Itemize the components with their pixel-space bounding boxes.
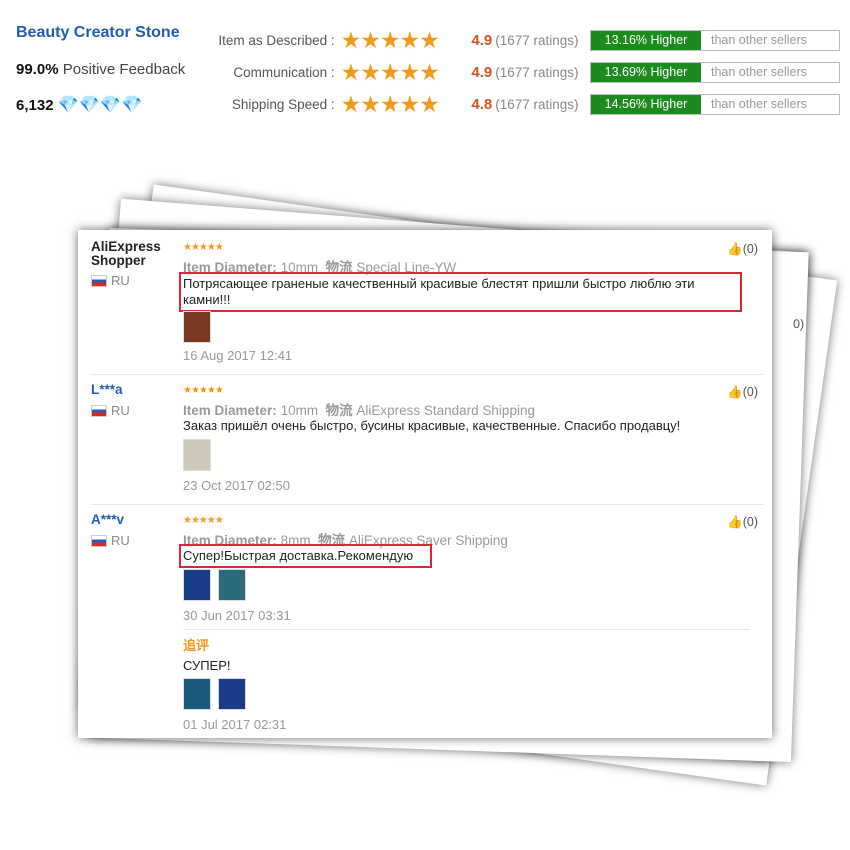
comparison: 13.69% Higher than other sellers [589,61,840,83]
rating-row: Item as Described : ★★★★★ 4.9 (1677 ratings… [200,27,840,53]
star-icons: ★★★★★ [340,90,440,117]
rating-value: 4.9 [471,31,493,49]
rating-row: Shipping Speed : ★★★★★ 4.8 (1677 ratings) 1… [200,91,840,117]
review-attributes: Item Diameter: 8mm 物流 AliExpress Saver S… [183,533,508,548]
review-text: Супер!Быстрая доставка.Рекомендую [179,544,432,568]
country: RU [91,273,130,288]
like-button[interactable]: 👍(0) [727,385,758,400]
thumbs-up-icon: 👍 [727,385,743,399]
higher-badge: 13.16% Higher [590,30,701,50]
like-button[interactable]: 👍(0) [727,242,758,257]
rating-count: (1677 ratings) [495,32,579,48]
higher-badge: 14.56% Higher [590,94,701,114]
star-icons: ★★★★★ [340,26,440,53]
russia-flag-icon [91,534,107,547]
reviews-card: AliExpress Shopper RU ★★★★★ Item Diamete… [78,230,772,738]
reviewer-name: A***v [91,512,125,527]
seller-score: 6,132 💎💎💎💎 [16,95,142,115]
rating-count: (1677 ratings) [495,64,579,80]
higher-badge: 13.69% Higher [590,62,701,82]
comparison: 14.56% Higher than other sellers [589,93,840,115]
divider [91,504,764,505]
review-date: 30 Jun 2017 03:31 [183,608,291,623]
review-photo[interactable] [218,678,246,710]
star-icons: ★★★★★ [340,58,440,85]
country: RU [91,533,130,548]
rating-value: 4.8 [471,95,493,113]
review-stars: ★★★★★ [183,515,224,526]
followup-text: СУПЕР! [183,658,231,673]
review-photo[interactable] [218,569,246,601]
comparison: 13.16% Higher than other sellers [589,29,840,51]
review-photo[interactable] [183,678,211,710]
positive-label: Positive Feedback [62,61,186,78]
review-photo[interactable] [183,439,211,471]
than-label: than other sellers [710,96,807,111]
rating-label: Item as Described : [218,32,335,48]
russia-flag-icon [91,274,107,287]
divider [183,629,750,630]
country-code: RU [111,403,130,418]
review-photo[interactable] [183,311,211,343]
review-stars: ★★★★★ [183,385,224,396]
thumbs-up-icon: 👍 [727,515,743,529]
review-attributes: Item Diameter: 10mm 物流 Special Line-YW [183,260,457,275]
reviewer-name: AliExpress Shopper [91,239,161,268]
positive-feedback: 99.0% Positive Feedback [16,61,185,78]
review-attributes: Item Diameter: 10mm 物流 AliExpress Standa… [183,403,535,418]
rating-value: 4.9 [471,63,493,81]
divider [91,374,764,375]
country: RU [91,403,130,418]
rating-count: (1677 ratings) [495,96,579,112]
score-value: 6,132 [16,96,54,114]
rating-label: Communication : [233,64,335,80]
review-stars: ★★★★★ [183,242,224,253]
review-text: Заказ пришёл очень быстро, бусины красив… [183,418,681,433]
than-label: than other sellers [710,64,807,79]
rating-row: Communication : ★★★★★ 4.9 (1677 ratings) 13… [200,59,840,85]
review-photo[interactable] [183,569,211,601]
diamond-icons: 💎💎💎💎 [57,95,143,114]
than-label: than other sellers [710,32,807,47]
thumbs-up-icon: 👍 [727,242,743,256]
like-button[interactable]: 👍(0) [727,515,758,530]
country-code: RU [111,273,130,288]
seller-name[interactable]: Beauty Creator Stone [16,24,180,42]
like-count: 0) [792,316,805,332]
country-code: RU [111,533,130,548]
russia-flag-icon [91,404,107,417]
review-text: Потрясающее граненые качественный красив… [179,272,742,312]
review-date: 16 Aug 2017 12:41 [183,348,293,363]
review-date: 23 Oct 2017 02:50 [183,478,290,493]
followup-date: 01 Jul 2017 02:31 [183,717,287,732]
reviewer-name: L***a [91,382,123,397]
rating-label: Shipping Speed : [231,96,335,112]
followup-label: 追评 [183,638,210,653]
positive-pct: 99.0% [16,61,59,78]
